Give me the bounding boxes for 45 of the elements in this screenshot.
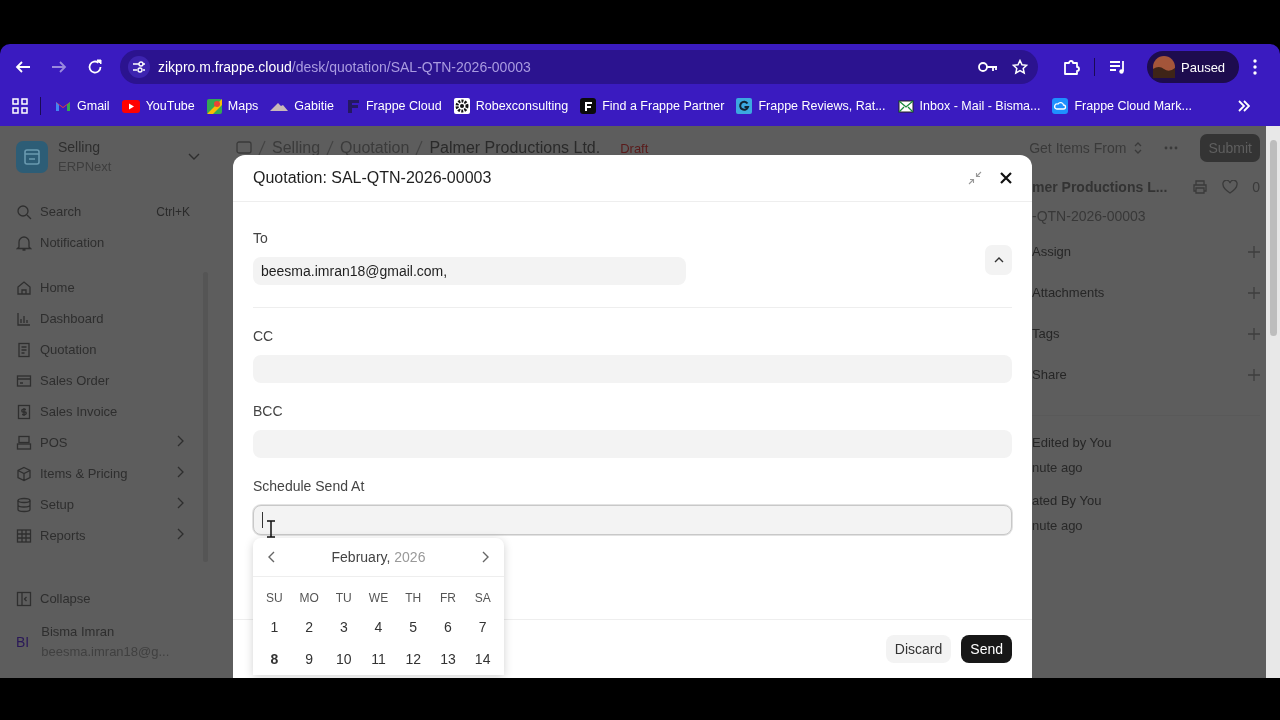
send-button[interactable]: Send (961, 635, 1012, 663)
calendar-day[interactable]: 4 (361, 611, 396, 643)
to-field[interactable]: beesma.imran18@gmail.com, (253, 257, 686, 285)
weekday-label: MO (298, 590, 320, 607)
panel-section: Assign (1032, 244, 1072, 259)
weekday-label: SU (265, 590, 284, 607)
field-label: CC (253, 328, 275, 346)
calendar-day[interactable]: 6 (430, 611, 466, 643)
calendar-day[interactable]: 11 (361, 643, 396, 675)
bookmark[interactable]: Frappe Cloud Mark... (1046, 92, 1198, 120)
bookmark[interactable]: Find a Frappe Partner (574, 92, 731, 120)
status-label: Draft (620, 140, 649, 156)
calendar-day[interactable]: 12 (395, 643, 431, 675)
user-initials: BI (16, 634, 30, 650)
calendar-day[interactable]: 1 (257, 611, 292, 643)
weekday-label: SA (473, 590, 492, 607)
calendar-day[interactable]: 3 (326, 611, 362, 643)
address-bar[interactable]: zikpro.m.frappe.cloud/desk/quotation/SAL-QTN-2026-00003 (120, 50, 1038, 84)
profile-button[interactable]: Paused (1147, 51, 1240, 83)
calendar-day[interactable]: 8 (257, 643, 292, 675)
bookmark[interactable]: Frappe Cloud (339, 92, 448, 120)
weekday-label: TU (334, 590, 353, 607)
weekday-label: TH (404, 590, 423, 607)
calendar-day[interactable]: 13 (430, 643, 466, 675)
bookmark[interactable]: Frappe Reviews, Rat... (730, 92, 892, 120)
bookmark[interactable]: YouTube (115, 92, 201, 120)
month-label: February, 2026 (331, 549, 426, 565)
calendar-day[interactable]: 9 (291, 643, 327, 675)
calendar-day[interactable]: 10 (326, 643, 362, 675)
bookmark[interactable]: Gmail (49, 92, 116, 120)
bookmark[interactable]: Inbox - Mail - Bisma... (891, 92, 1047, 120)
field-label: Schedule Send At (253, 478, 366, 496)
calendar-day[interactable]: 2 (291, 611, 327, 643)
weekday-label: WE (367, 590, 390, 607)
bookmark[interactable]: Robexconsulting (447, 92, 575, 120)
bookmark[interactable]: Gabitie (264, 92, 340, 120)
dialog-title: Quotation: SAL-QTN-2026-00003 (253, 169, 493, 187)
calendar-day[interactable]: 14 (465, 643, 500, 675)
field-label: BCC (253, 403, 284, 421)
discard-button[interactable]: Discard (885, 635, 952, 663)
weekday-label: FR (438, 590, 457, 607)
calendar-day[interactable]: 7 (465, 611, 500, 643)
bookmark[interactable]: Maps (200, 92, 265, 120)
calendar-day[interactable]: 5 (395, 611, 431, 643)
field-label: To (253, 230, 269, 248)
